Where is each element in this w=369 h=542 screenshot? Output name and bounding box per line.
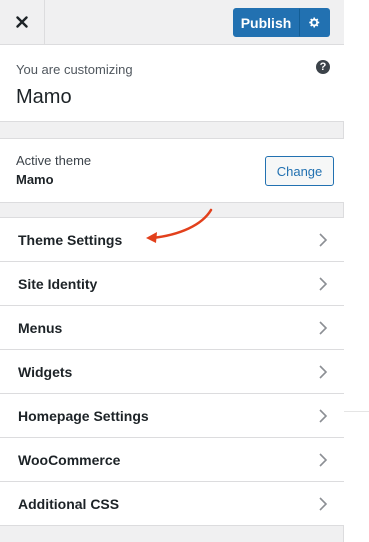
chevron-right-icon xyxy=(319,453,328,467)
section-label: Site Identity xyxy=(18,275,98,292)
chevron-right-icon xyxy=(319,233,328,247)
section-woocommerce[interactable]: WooCommerce xyxy=(0,438,344,482)
customizing-subtitle: You are customizing xyxy=(16,62,133,77)
sections-list: Theme Settings Site Identity Menus Widge… xyxy=(0,217,344,526)
chevron-right-icon xyxy=(319,365,328,379)
active-theme-label: Active theme xyxy=(16,153,92,168)
customizer-panel: Publish You are customizing Mamo ? Activ… xyxy=(0,0,344,542)
chevron-right-icon xyxy=(319,409,328,423)
publish-group: Publish xyxy=(233,8,330,37)
gear-icon xyxy=(309,17,320,28)
preview-area xyxy=(344,0,369,542)
site-title: Mamo xyxy=(16,86,72,108)
section-label: Theme Settings xyxy=(18,231,123,248)
section-label: Homepage Settings xyxy=(18,407,149,424)
close-icon xyxy=(16,16,28,28)
customizing-info: You are customizing Mamo ? xyxy=(0,45,344,122)
help-icon[interactable]: ? xyxy=(316,60,330,74)
section-homepage-settings[interactable]: Homepage Settings xyxy=(0,394,344,438)
section-site-identity[interactable]: Site Identity xyxy=(0,262,344,306)
change-theme-button[interactable]: Change xyxy=(265,156,334,186)
chevron-right-icon xyxy=(319,321,328,335)
active-theme-section: Active theme Mamo Change xyxy=(0,138,344,203)
annotation-arrow-icon xyxy=(146,208,213,243)
publish-settings-button[interactable] xyxy=(299,8,330,37)
customizer-header: Publish xyxy=(0,0,344,45)
section-label: Menus xyxy=(18,319,63,336)
section-label: Widgets xyxy=(18,363,73,380)
section-widgets[interactable]: Widgets xyxy=(0,350,344,394)
section-label: Additional CSS xyxy=(18,495,120,512)
active-theme-name: Mamo xyxy=(16,172,54,187)
preview-divider xyxy=(344,411,369,412)
publish-button[interactable]: Publish xyxy=(233,8,299,37)
chevron-right-icon xyxy=(319,497,328,511)
close-button[interactable] xyxy=(0,0,45,44)
chevron-right-icon xyxy=(319,277,328,291)
section-additional-css[interactable]: Additional CSS xyxy=(0,482,344,526)
section-menus[interactable]: Menus xyxy=(0,306,344,350)
section-label: WooCommerce xyxy=(18,451,121,468)
